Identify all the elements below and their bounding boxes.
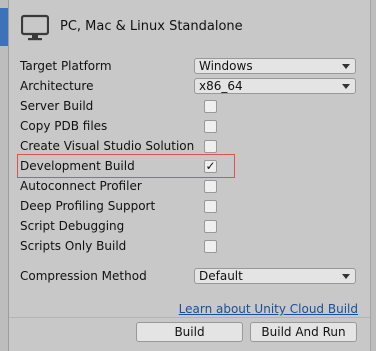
architecture-value: x86_64 <box>199 79 243 93</box>
development-build-checkbox[interactable]: ✓ <box>204 160 217 173</box>
deep-profiling-row: Deep Profiling Support <box>20 197 240 215</box>
copy-pdb-row: Copy PDB files <box>20 117 240 135</box>
platform-header: PC, Mac & Linux Standalone <box>9 0 371 50</box>
copy-pdb-label: Copy PDB files <box>20 119 108 133</box>
selected-platform-indicator <box>0 8 8 46</box>
dropdown-arrow-icon <box>342 84 350 89</box>
compression-method-row: Compression Method Default <box>20 267 360 285</box>
architecture-dropdown[interactable]: x86_64 <box>194 78 356 94</box>
scripts-only-row: Scripts Only Build <box>20 237 240 255</box>
target-platform-label: Target Platform <box>20 59 112 73</box>
compression-method-value: Default <box>199 269 243 283</box>
platform-title: PC, Mac & Linux Standalone <box>60 19 243 34</box>
deep-profiling-label: Deep Profiling Support <box>20 199 156 213</box>
scripts-only-checkbox[interactable] <box>204 240 217 253</box>
divider <box>9 317 371 318</box>
development-build-label: Development Build <box>20 159 135 173</box>
architecture-label: Architecture <box>20 79 94 93</box>
create-vs-solution-row: Create Visual Studio Solution <box>20 137 240 155</box>
monitor-icon <box>21 14 49 41</box>
compression-method-dropdown[interactable]: Default <box>194 268 356 284</box>
scrollbar-edge <box>370 0 376 351</box>
autoconnect-profiler-checkbox[interactable] <box>204 180 217 193</box>
server-build-row: Server Build <box>20 97 240 115</box>
build-and-run-button[interactable]: Build And Run <box>250 322 357 342</box>
compression-method-label: Compression Method <box>20 269 147 283</box>
target-platform-dropdown[interactable]: Windows <box>194 58 356 74</box>
script-debugging-row: Script Debugging <box>20 217 240 235</box>
cloud-build-link[interactable]: Learn about Unity Cloud Build <box>179 302 358 316</box>
copy-pdb-checkbox[interactable] <box>204 120 217 133</box>
dropdown-arrow-icon <box>342 64 350 69</box>
target-platform-row: Target Platform Windows <box>20 57 360 75</box>
target-platform-value: Windows <box>199 59 253 73</box>
autoconnect-profiler-row: Autoconnect Profiler <box>20 177 240 195</box>
dropdown-arrow-icon <box>342 274 350 279</box>
create-vs-solution-checkbox[interactable] <box>204 140 217 153</box>
script-debugging-label: Script Debugging <box>20 219 125 233</box>
scripts-only-label: Scripts Only Build <box>20 239 127 253</box>
server-build-label: Server Build <box>20 99 94 113</box>
left-panel-edge <box>0 0 9 351</box>
development-build-row: Development Build ✓ <box>20 157 240 175</box>
script-debugging-checkbox[interactable] <box>204 220 217 233</box>
platform-settings-panel: PC, Mac & Linux Standalone Target Platfo… <box>9 0 371 351</box>
checkmark-icon: ✓ <box>205 159 216 173</box>
deep-profiling-checkbox[interactable] <box>204 200 217 213</box>
architecture-row: Architecture x86_64 <box>20 77 360 95</box>
server-build-checkbox[interactable] <box>204 100 217 113</box>
create-vs-solution-label: Create Visual Studio Solution <box>20 139 195 153</box>
build-button[interactable]: Build <box>136 322 243 342</box>
autoconnect-profiler-label: Autoconnect Profiler <box>20 179 142 193</box>
